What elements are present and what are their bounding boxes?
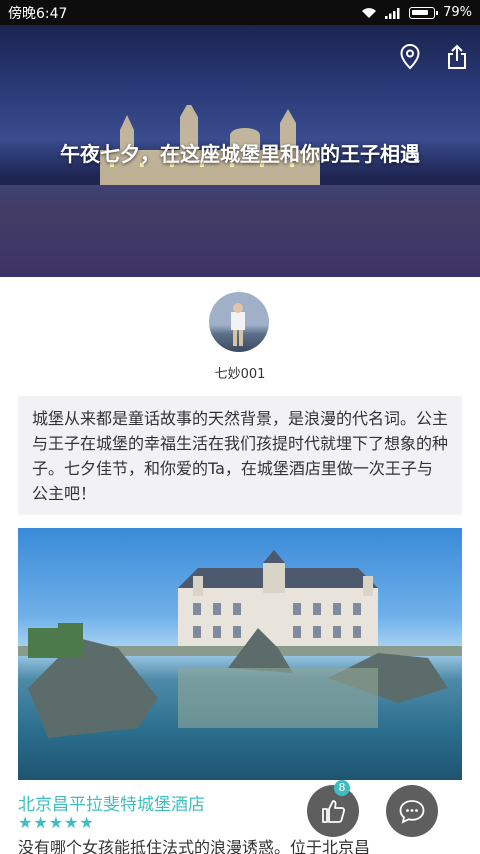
location-button[interactable] xyxy=(396,43,424,71)
hotel-name[interactable]: 北京昌平拉斐特城堡酒店 xyxy=(18,790,205,815)
hotel-description: 没有哪个女孩能抵住法式的浪漫诱惑。位于北京昌 xyxy=(18,838,371,854)
hotel-image xyxy=(18,550,462,738)
fountain-water xyxy=(0,185,480,277)
intro-text: 城堡从来都是童话故事的天然背景，是浪漫的代名词。公主与王子在城堡的幸福生活在我们… xyxy=(32,409,449,503)
wifi-icon xyxy=(362,7,377,18)
article-title: 午夜七夕，在这座城堡里和你的王子相遇 xyxy=(60,142,420,166)
signal-icon xyxy=(385,7,400,19)
avatar-photo xyxy=(231,303,245,346)
status-icons: 79% xyxy=(361,5,472,20)
share-icon xyxy=(448,44,466,69)
share-button[interactable] xyxy=(443,43,471,71)
status-bar: 傍晚6:47 79% xyxy=(0,0,480,25)
battery-percent: 79% xyxy=(443,5,472,20)
location-pin-icon xyxy=(400,44,420,70)
like-count-badge: 8 xyxy=(334,780,350,796)
battery-icon xyxy=(409,6,439,19)
author-name[interactable]: 七妙001 xyxy=(0,363,480,382)
intro-card: 城堡从来都是童话故事的天然背景，是浪漫的代名词。公主与王子在城堡的幸福生活在我们… xyxy=(18,396,462,515)
hotel-photo[interactable] xyxy=(18,528,462,780)
rating-stars: ★★★★★ xyxy=(18,813,95,832)
hero-banner: 午夜七夕，在这座城堡里和你的王子相遇 xyxy=(0,25,480,277)
thumbs-up-icon xyxy=(322,800,346,823)
comment-icon xyxy=(399,800,425,824)
author-avatar[interactable] xyxy=(209,292,269,352)
comment-button[interactable] xyxy=(386,785,438,837)
status-time: 傍晚6:47 xyxy=(8,5,68,22)
like-button[interactable] xyxy=(307,785,359,837)
